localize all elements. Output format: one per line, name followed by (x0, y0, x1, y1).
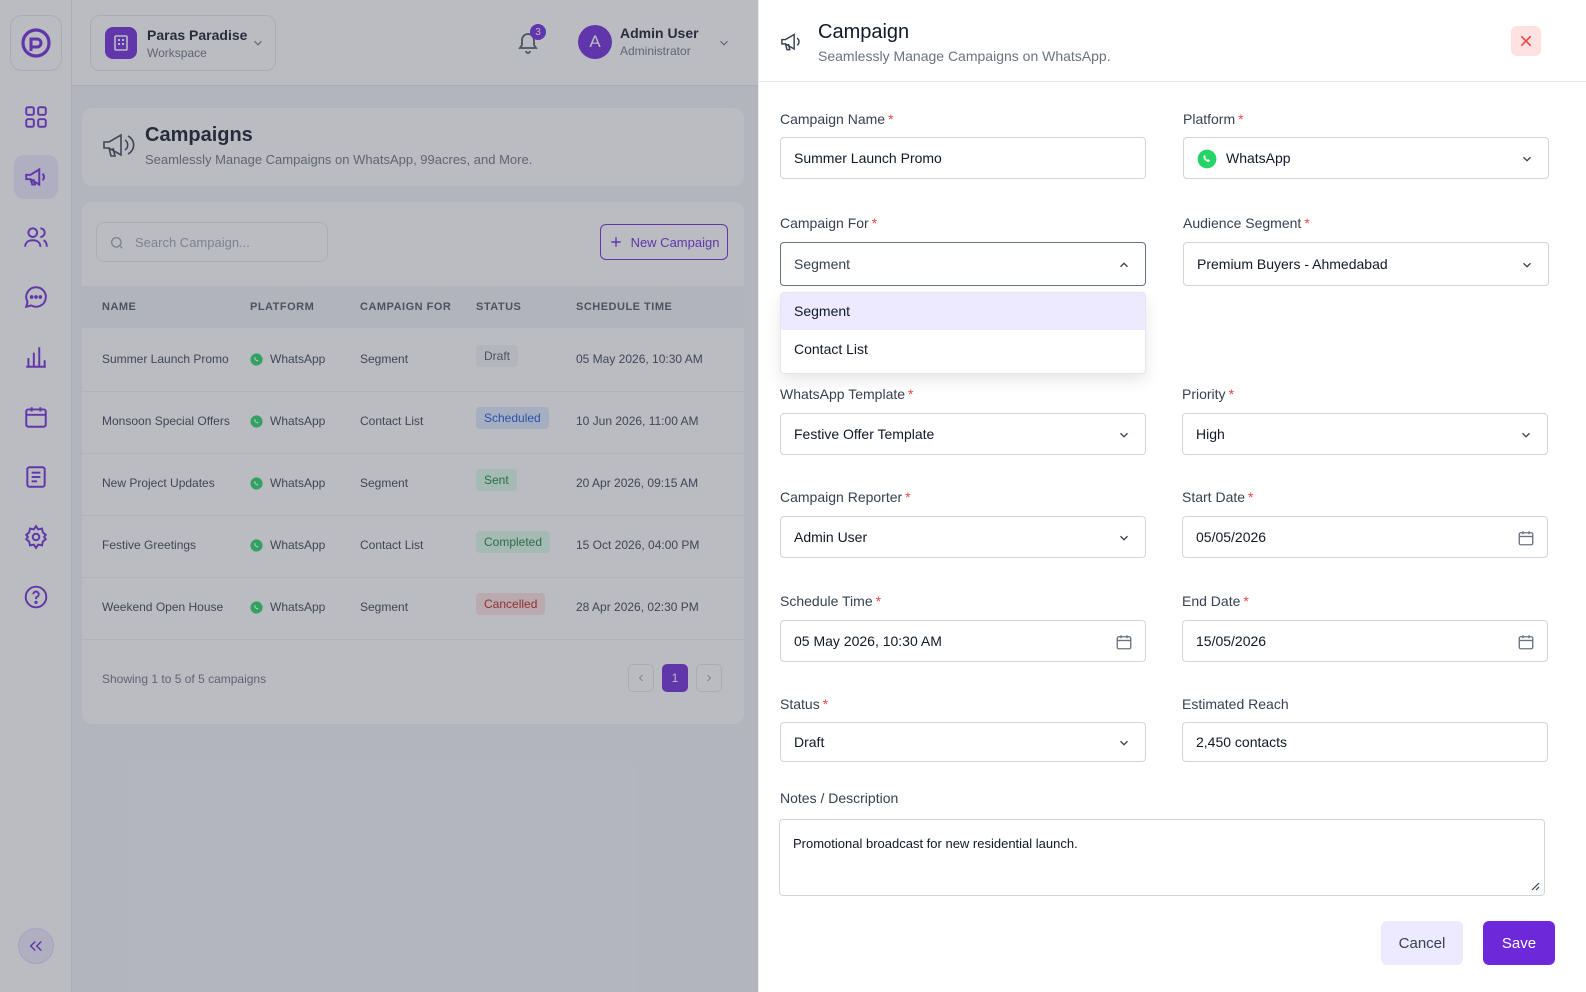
calendar-icon[interactable] (1517, 529, 1535, 547)
label-text: WhatsApp Template (780, 386, 906, 402)
campaign-reporter-value: Admin User (794, 529, 868, 545)
required-mark: * (871, 215, 878, 231)
start-date-input[interactable]: 05/05/2026 (1182, 516, 1548, 558)
campaign-for-select[interactable]: Segment (780, 242, 1146, 286)
drawer-header: Campaign Seamlessly Manage Campaigns on … (759, 0, 1586, 82)
dropdown-option-contact-list[interactable]: Contact List (781, 331, 1145, 368)
close-icon (1520, 35, 1532, 47)
schedule-time-value: 05 May 2026, 10:30 AM (794, 633, 942, 649)
required-mark: * (888, 111, 894, 127)
audience-segment-value: Premium Buyers - Ahmedabad (1197, 256, 1388, 272)
start-date-value: 05/05/2026 (1196, 529, 1267, 545)
drawer-subtitle: Seamlessly Manage Campaigns on WhatsApp. (818, 48, 1111, 64)
notes-label: Notes / Description (780, 790, 899, 806)
required-mark: * (1243, 593, 1249, 609)
required-mark: * (1238, 111, 1244, 127)
chevron-down-icon (1522, 432, 1530, 438)
chevron-down-icon (1523, 262, 1531, 268)
platform-value: WhatsApp (1226, 150, 1291, 166)
dropdown-option-segment[interactable]: Segment (781, 293, 1145, 330)
required-mark: * (1304, 215, 1310, 231)
estimated-reach-label: Estimated Reach (1182, 696, 1289, 712)
label-text: Campaign Name (780, 111, 886, 127)
chevron-down-icon (1120, 740, 1128, 746)
label-text: Schedule Time (780, 593, 873, 609)
label-text: Priority (1182, 386, 1226, 402)
calendar-icon[interactable] (1517, 633, 1535, 651)
required-mark: * (875, 593, 882, 609)
platform-label: Platform * (1183, 111, 1244, 127)
label-text: Campaign Reporter (780, 489, 903, 505)
notes-value: Promotional broadcast for new residentia… (793, 836, 1078, 851)
end-date-input[interactable]: 15/05/2026 (1182, 620, 1548, 662)
status-value: Draft (794, 734, 825, 750)
label-text: End Date (1182, 593, 1241, 609)
whatsapp-icon (1197, 149, 1217, 169)
chevron-down-icon (1523, 156, 1531, 162)
label-text: Estimated Reach (1182, 696, 1289, 712)
priority-select[interactable]: High (1182, 413, 1548, 455)
priority-label: Priority * (1182, 386, 1234, 402)
estimated-reach-value: 2,450 contacts (1196, 734, 1288, 750)
required-mark: * (908, 386, 914, 402)
audience-segment-label: Audience Segment * (1183, 215, 1310, 231)
schedule-time-label: Schedule Time * (780, 593, 881, 609)
required-mark: * (1248, 489, 1254, 505)
campaign-for-dropdown: Segment Contact List (780, 292, 1146, 374)
campaign-reporter-label: Campaign Reporter * (780, 489, 911, 505)
campaign-for-label: Campaign For * (780, 215, 877, 231)
campaign-name-input[interactable]: Summer Launch Promo (780, 137, 1146, 179)
start-date-label: Start Date * (1182, 489, 1253, 505)
estimated-reach-input[interactable]: 2,450 contacts (1182, 722, 1548, 762)
label-text: Start Date (1182, 489, 1246, 505)
campaign-drawer: Campaign Seamlessly Manage Campaigns on … (758, 0, 1586, 992)
label-text: Status (780, 696, 820, 712)
campaign-for-value: Segment (794, 256, 851, 272)
status-select[interactable]: Draft (780, 722, 1146, 762)
campaign-name-value: Summer Launch Promo (794, 150, 942, 166)
status-label: Status * (780, 696, 828, 712)
platform-select[interactable]: WhatsApp (1183, 137, 1549, 179)
schedule-time-input[interactable]: 05 May 2026, 10:30 AM (780, 620, 1146, 662)
calendar-icon[interactable] (1115, 633, 1133, 651)
required-mark: * (1228, 386, 1235, 402)
modal-backdrop[interactable] (0, 0, 758, 992)
end-date-label: End Date * (1182, 593, 1249, 609)
cancel-button[interactable]: Cancel (1381, 921, 1463, 965)
whatsapp-template-value: Festive Offer Template (794, 426, 935, 442)
required-mark: * (822, 696, 829, 712)
label-text: Platform (1183, 111, 1236, 127)
drawer-title: Campaign (818, 21, 910, 43)
notes-textarea[interactable]: Promotional broadcast for new residentia… (779, 819, 1545, 896)
label-text: Campaign For (780, 215, 869, 231)
priority-value: High (1196, 426, 1225, 442)
campaign-name-label: Campaign Name * (780, 111, 894, 127)
whatsapp-template-label: WhatsApp Template * (780, 386, 913, 402)
save-button[interactable]: Save (1483, 921, 1555, 965)
required-mark: * (905, 489, 911, 505)
resize-handle-icon[interactable] (1530, 881, 1540, 891)
chevron-down-icon (1120, 535, 1128, 541)
chevron-up-icon (1120, 262, 1128, 268)
end-date-value: 15/05/2026 (1196, 633, 1267, 649)
megaphone-icon (781, 33, 800, 51)
whatsapp-template-select[interactable]: Festive Offer Template (780, 413, 1146, 455)
campaign-reporter-select[interactable]: Admin User (780, 516, 1146, 558)
audience-segment-select[interactable]: Premium Buyers - Ahmedabad (1183, 242, 1549, 286)
label-text: Audience Segment (1183, 215, 1302, 231)
close-button[interactable] (1511, 26, 1541, 56)
chevron-down-icon (1120, 432, 1128, 438)
